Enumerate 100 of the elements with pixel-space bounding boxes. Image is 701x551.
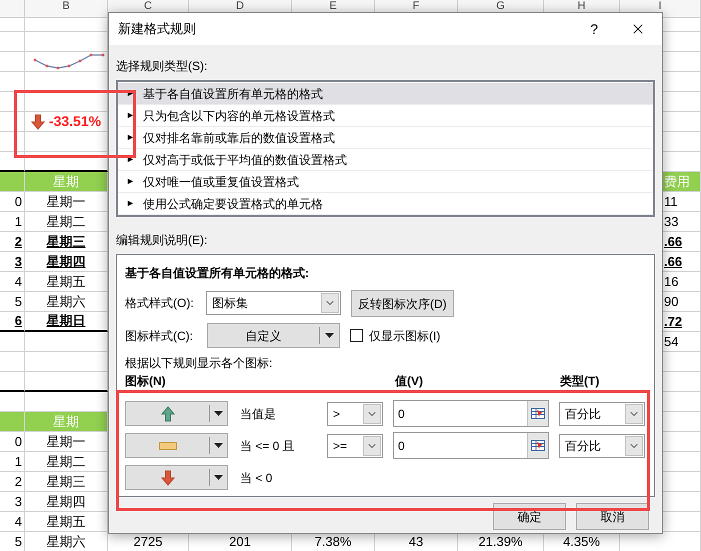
cell-text: 星期五 xyxy=(46,512,86,531)
cell-text: 7.38% xyxy=(314,532,352,550)
cell-text: 6 xyxy=(14,312,22,330)
checkbox-label: 仅显示图标(I) xyxy=(369,328,440,344)
cell-text: 星期一 xyxy=(46,192,86,211)
condition-label: 当 <= 0 且 xyxy=(240,438,296,454)
cell-text: 0 xyxy=(14,192,22,211)
cell-text: 5 xyxy=(14,292,22,311)
caret-icon xyxy=(325,333,334,338)
cell-text: 90 xyxy=(664,292,678,311)
format-style-select[interactable]: 图标集 xyxy=(206,290,341,314)
range-picker-button[interactable] xyxy=(527,433,548,458)
cell-text: 星期二 xyxy=(46,452,86,471)
cell-text: 星期三 xyxy=(46,232,86,251)
icon-picker[interactable] xyxy=(125,401,228,426)
table-cell xyxy=(0,18,25,32)
table-cell xyxy=(0,352,25,372)
field-label: 格式样式(O): xyxy=(125,294,195,312)
description-heading: 基于各自值设置所有单元格的格式: xyxy=(125,265,310,282)
cell-text: 2 xyxy=(14,232,22,251)
column-label: 图标(N) xyxy=(125,373,167,390)
cell-text: 1 xyxy=(14,452,22,471)
cell-text: .72 xyxy=(664,312,682,331)
table-cell xyxy=(0,132,25,152)
cell-text: 5 xyxy=(14,532,22,550)
section-label: 选择规则类型(S): xyxy=(116,58,208,75)
cell-text: 星期六 xyxy=(46,532,86,550)
range-select-icon xyxy=(531,440,545,451)
type-select[interactable]: 百分比 xyxy=(559,402,645,426)
cell-text: 星期六 xyxy=(46,292,86,311)
checkbox[interactable] xyxy=(350,329,363,342)
table-cell xyxy=(0,32,25,52)
caret-icon xyxy=(214,475,223,480)
condition-label: 当值是 xyxy=(240,406,277,422)
cell-text: 43 xyxy=(408,532,424,550)
cell-text: 3 xyxy=(14,492,22,511)
cell-text: 4 xyxy=(14,512,22,531)
column-title: 星期 xyxy=(53,172,79,191)
cell-text: 1 xyxy=(14,212,22,231)
rule-type-label: 基于各自值设置所有单元格的格式 xyxy=(142,86,323,102)
cell-text: 21.39% xyxy=(478,532,523,550)
cell-text: 星期四 xyxy=(46,492,86,511)
cell-text: 星期日 xyxy=(46,312,86,330)
cell-text: 2 xyxy=(14,472,22,491)
caret-icon xyxy=(214,443,223,448)
down-arrow-icon xyxy=(30,114,45,130)
bullet: ► xyxy=(125,130,136,144)
cell-text: 2725 xyxy=(134,532,162,550)
column-title: 费用 xyxy=(664,172,690,191)
down-arrow-icon xyxy=(160,470,174,486)
cell-text: 16 xyxy=(664,272,678,291)
window-title: 新建格式规则 xyxy=(118,20,196,38)
rule-type-label: 仅对唯一值或重复值设置格式 xyxy=(142,174,299,190)
range-picker-button[interactable] xyxy=(527,401,548,426)
up-arrow-icon xyxy=(160,406,174,422)
cell-text: 星期一 xyxy=(46,432,86,451)
operator-select[interactable]: >= xyxy=(327,434,383,458)
reverse-icon-order-button[interactable]: 反转图标次序(D) xyxy=(351,290,454,317)
dash-icon xyxy=(158,442,176,450)
cell-text: 11 xyxy=(664,192,678,211)
value-field[interactable]: 0 xyxy=(393,432,549,459)
column-title: 星期 xyxy=(53,412,79,431)
cell-text: 4 xyxy=(14,272,22,291)
rule-type-label: 仅对高于或低于平均值的数值设置格式 xyxy=(142,152,347,168)
icon-style-select[interactable]: 自定义 xyxy=(207,323,340,348)
cell-text: 201 xyxy=(229,532,251,550)
rule-type-label: 只为包含以下内容的单元格设置格式 xyxy=(142,108,335,124)
bullet: ► xyxy=(125,174,136,188)
bullet: ► xyxy=(125,108,136,122)
percent-change: -33.51% xyxy=(48,112,102,131)
column-label: 值(V) xyxy=(395,373,424,390)
condition-label: 当 < 0 xyxy=(240,470,274,486)
cell-text: 星期五 xyxy=(46,272,86,291)
table-cell xyxy=(0,72,25,92)
value-field[interactable]: 0 xyxy=(393,400,549,427)
cell-text: 0 xyxy=(14,432,22,451)
section-label: 编辑规则说明(E): xyxy=(116,232,208,249)
help-button[interactable]: ? xyxy=(590,18,598,40)
column-header[interactable]: B xyxy=(25,0,108,18)
cell-text: 33 xyxy=(664,212,678,231)
operator-select[interactable]: > xyxy=(327,402,383,426)
bullet: ► xyxy=(125,196,136,210)
cell-text: .66 xyxy=(664,252,682,271)
table-cell xyxy=(0,92,25,112)
cell-text: 星期二 xyxy=(46,212,86,231)
rule-type-label: 仅对排名靠前或靠后的数值设置格式 xyxy=(142,130,335,146)
icon-picker[interactable] xyxy=(125,465,228,490)
cell-text: 4.35% xyxy=(563,532,600,550)
rule-type-label: 使用公式确定要设置格式的单元格 xyxy=(142,196,323,212)
cell-text: .66 xyxy=(664,232,682,251)
column-label: 类型(T) xyxy=(560,373,600,390)
type-select[interactable]: 百分比 xyxy=(559,434,645,458)
cell-text: 星期三 xyxy=(46,472,86,491)
rules-caption: 根据以下规则显示各个图标: xyxy=(125,355,274,372)
caret-icon xyxy=(214,411,223,416)
cell-text: 星期四 xyxy=(46,252,86,271)
range-select-icon xyxy=(531,408,545,419)
cell-text: 3 xyxy=(14,252,22,271)
field-label: 图标样式(C): xyxy=(125,328,194,344)
cell-text: 54 xyxy=(664,332,678,351)
